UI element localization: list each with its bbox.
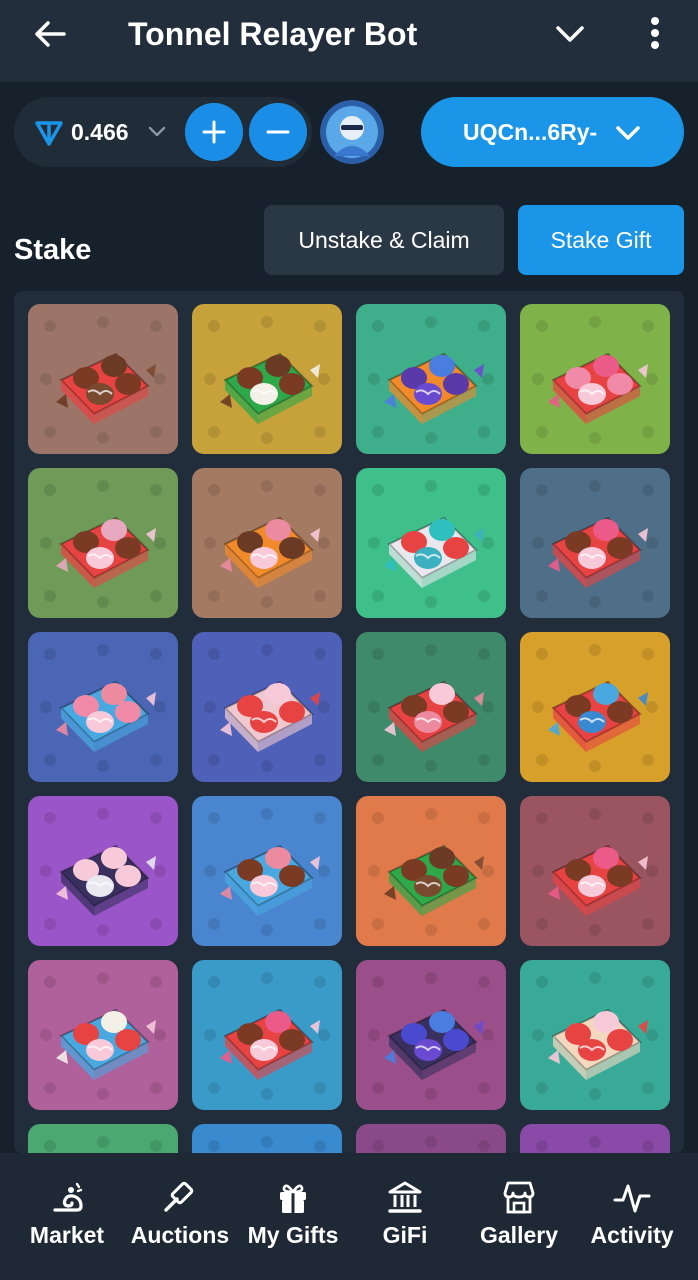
nav-gifi[interactable]: GiFi	[375, 1178, 435, 1258]
gift-tile[interactable]	[520, 960, 670, 1110]
market-icon	[53, 1182, 83, 1212]
nav-activity[interactable]: Activity	[588, 1178, 676, 1258]
nav-label: Market	[29, 1222, 105, 1248]
page-title: Tonnel Relayer Bot	[128, 16, 418, 52]
gavel-icon	[164, 1181, 194, 1212]
gift-tile[interactable]	[356, 304, 506, 454]
gift-tile[interactable]	[192, 632, 342, 782]
unstake-claim-button[interactable]: Unstake & Claim	[264, 205, 504, 275]
chevron-down-icon[interactable]	[146, 120, 168, 142]
bank-icon	[388, 1181, 422, 1213]
gift-tile[interactable]	[192, 304, 342, 454]
nav-label: My Gifts	[247, 1222, 339, 1248]
pulse-icon	[613, 1184, 651, 1213]
nav-label: Auctions	[130, 1222, 230, 1248]
deposit-button[interactable]	[185, 103, 243, 161]
nav-my-gifts[interactable]: My Gifts	[245, 1178, 341, 1258]
arrow-left-icon[interactable]	[30, 14, 70, 54]
ton-icon	[35, 121, 63, 146]
gift-tile[interactable]	[356, 632, 506, 782]
gift-tile[interactable]	[192, 796, 342, 946]
avatar[interactable]	[320, 100, 384, 164]
gift-tile[interactable]	[28, 960, 178, 1110]
gift-tile[interactable]	[28, 304, 178, 454]
nav-gallery[interactable]: Gallery	[476, 1178, 562, 1258]
nav-label: Activity	[590, 1222, 674, 1248]
withdraw-button[interactable]	[249, 103, 307, 161]
nav-auctions[interactable]: Auctions	[130, 1178, 230, 1258]
nav-market[interactable]: Market	[24, 1178, 110, 1258]
section-title: Stake	[14, 234, 92, 266]
chevron-down-icon[interactable]	[552, 16, 588, 52]
gift-tile[interactable]	[520, 632, 670, 782]
stake-gift-button[interactable]: Stake Gift	[518, 205, 684, 275]
gift-tile[interactable]	[356, 796, 506, 946]
balance-value: 0.466	[71, 119, 129, 145]
gift-tile[interactable]	[192, 1124, 342, 1153]
gift-tile[interactable]	[356, 960, 506, 1110]
storefront-icon	[503, 1181, 535, 1214]
gift-tile[interactable]	[356, 468, 506, 618]
gift-tile[interactable]	[28, 632, 178, 782]
gift-tile[interactable]	[356, 1124, 506, 1153]
gift-grid	[14, 291, 684, 1153]
gift-tile[interactable]	[192, 468, 342, 618]
gift-tile[interactable]	[520, 796, 670, 946]
gift-tile[interactable]	[28, 1124, 178, 1153]
nav-label: GiFi	[382, 1222, 428, 1248]
more-vertical-icon[interactable]	[640, 14, 670, 54]
gift-tile[interactable]	[520, 1124, 670, 1153]
gift-tile[interactable]	[520, 304, 670, 454]
gift-tile[interactable]	[28, 796, 178, 946]
nav-label: Gallery	[480, 1222, 558, 1248]
wallet-address: UQCn...6Ry-	[463, 119, 598, 145]
gift-tile[interactable]	[520, 468, 670, 618]
gift-tile[interactable]	[192, 960, 342, 1110]
gift-icon	[280, 1184, 306, 1213]
chevron-down-icon	[616, 126, 640, 140]
gift-tile[interactable]	[28, 468, 178, 618]
